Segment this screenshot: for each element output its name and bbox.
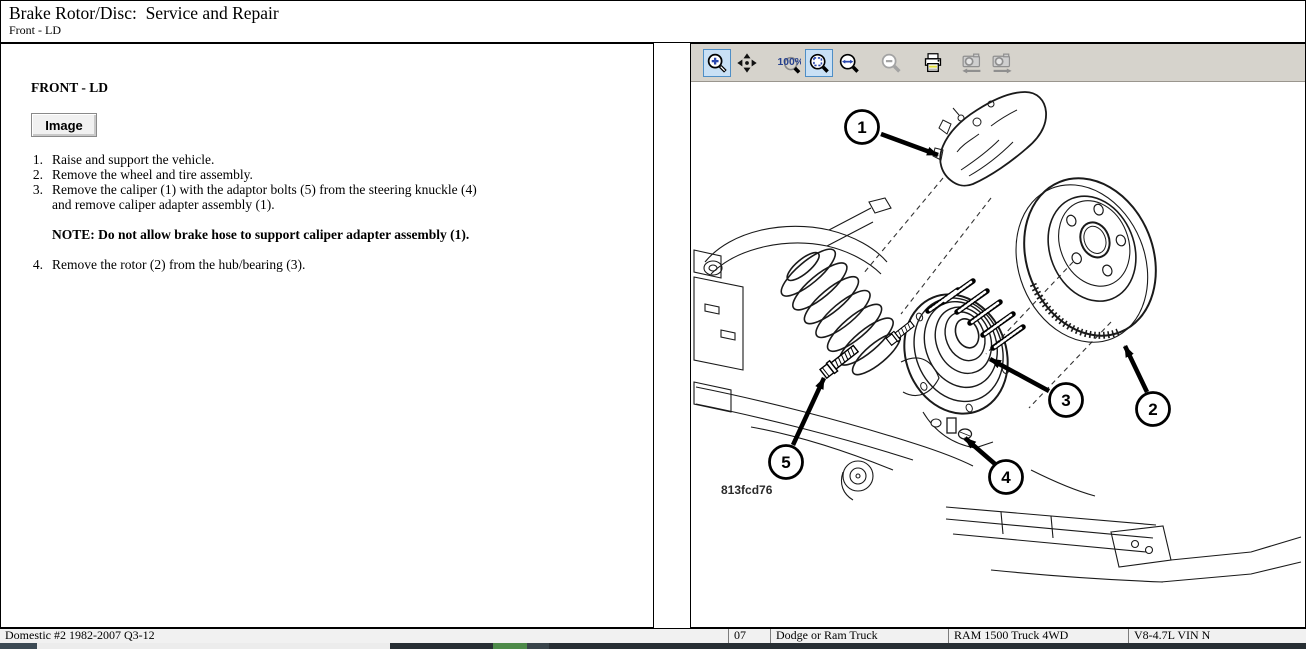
fit-to-window-icon — [808, 52, 830, 74]
callout-4: 4 — [990, 461, 1023, 494]
status-model: RAM 1500 Truck 4WD — [948, 629, 1128, 643]
hub-bearing-drawing — [887, 279, 1025, 430]
svg-text:2: 2 — [1148, 400, 1157, 419]
section-heading: FRONT - LD — [31, 80, 653, 96]
page-subtitle: Front - LD — [9, 23, 1305, 37]
viewer-toolbar: 100% — [691, 44, 1305, 82]
panel-splitter[interactable] — [654, 43, 690, 628]
brake-assembly-diagram: 1 2 3 4 5 813f — [691, 82, 1305, 627]
taskbar-sliver — [0, 643, 1306, 649]
knuckle-stud-drawing — [931, 418, 972, 439]
step-text: Raise and support the vehicle. — [52, 152, 214, 167]
print-icon — [922, 52, 944, 74]
step-number: 4. — [25, 257, 43, 272]
procedure-step: 1. Raise and support the vehicle. — [1, 152, 653, 167]
procedure-note: NOTE: Do not allow brake hose to support… — [52, 227, 492, 242]
procedure-step: 3. Remove the caliper (1) with the adapt… — [1, 182, 653, 212]
next-image-icon — [990, 51, 1014, 75]
zoom-out-button — [877, 49, 905, 77]
taskbar-dim-segment — [527, 643, 549, 649]
previous-image-icon — [960, 51, 984, 75]
pan-icon — [736, 52, 758, 74]
step-number: 3. — [25, 182, 43, 212]
fit-to-window-button[interactable] — [805, 49, 833, 77]
svg-text:5: 5 — [781, 453, 790, 472]
callout-3: 3 — [1050, 384, 1083, 417]
pan-button[interactable] — [733, 49, 761, 77]
fit-to-width-button[interactable] — [835, 49, 863, 77]
status-engine: V8-4.7L VIN N — [1128, 629, 1306, 643]
zoom-in-button[interactable] — [703, 49, 731, 77]
zoom-100-button[interactable]: 100% — [775, 49, 803, 77]
procedure-panel: FRONT - LD Image 1. Raise and support th… — [0, 43, 654, 628]
zoom-out-icon — [880, 52, 902, 74]
step-text: Remove the rotor (2) from the hub/bearin… — [52, 257, 305, 272]
zoom-in-icon — [706, 52, 728, 74]
service-repair-window: { "header": { "title": "Brake Rotor/Disc… — [0, 0, 1306, 649]
step-text: Remove the caliper (1) with the adaptor … — [52, 182, 488, 212]
diagram-canvas[interactable]: 1 2 3 4 5 813f — [691, 82, 1305, 627]
taskbar-corner-segment — [0, 643, 37, 649]
taskbar-green-segment — [493, 643, 527, 649]
callout-1: 1 — [846, 111, 879, 144]
fit-to-width-icon — [838, 52, 860, 74]
callout-5: 5 — [770, 446, 803, 479]
step-number: 1. — [25, 152, 43, 167]
step-number: 2. — [25, 167, 43, 182]
procedure-step: 4. Remove the rotor (2) from the hub/bea… — [1, 257, 653, 272]
image-viewer-panel: 100% — [690, 43, 1306, 628]
page-title: Brake Rotor/Disc: Service and Repair — [9, 3, 1305, 23]
status-bar: Domestic #2 1982-2007 Q3-12 07 Dodge or … — [0, 628, 1306, 643]
suspension-background-art — [694, 198, 1301, 582]
svg-text:4: 4 — [1001, 468, 1011, 487]
zoom-100-icon: 100% — [777, 51, 801, 75]
figure-id-label: 813fcd76 — [721, 483, 773, 497]
status-year: 07 — [728, 629, 770, 643]
status-database: Domestic #2 1982-2007 Q3-12 — [0, 629, 728, 643]
document-header: Brake Rotor/Disc: Service and Repair Fro… — [0, 0, 1306, 43]
next-image-button — [988, 49, 1016, 77]
previous-image-button — [958, 49, 986, 77]
image-button[interactable]: Image — [31, 113, 97, 137]
procedure-step: 2. Remove the wheel and tire assembly. — [1, 167, 653, 182]
brake-caliper-drawing — [933, 92, 1046, 186]
svg-text:3: 3 — [1061, 391, 1070, 410]
status-make: Dodge or Ram Truck — [770, 629, 948, 643]
svg-text:1: 1 — [857, 118, 866, 137]
svg-text:100%: 100% — [777, 56, 801, 67]
callout-2: 2 — [1137, 393, 1170, 426]
step-text: Remove the wheel and tire assembly. — [52, 167, 253, 182]
procedure-steps: 1. Raise and support the vehicle. 2. Rem… — [1, 152, 653, 272]
print-button[interactable] — [919, 49, 947, 77]
taskbar-light-segment — [37, 643, 390, 649]
